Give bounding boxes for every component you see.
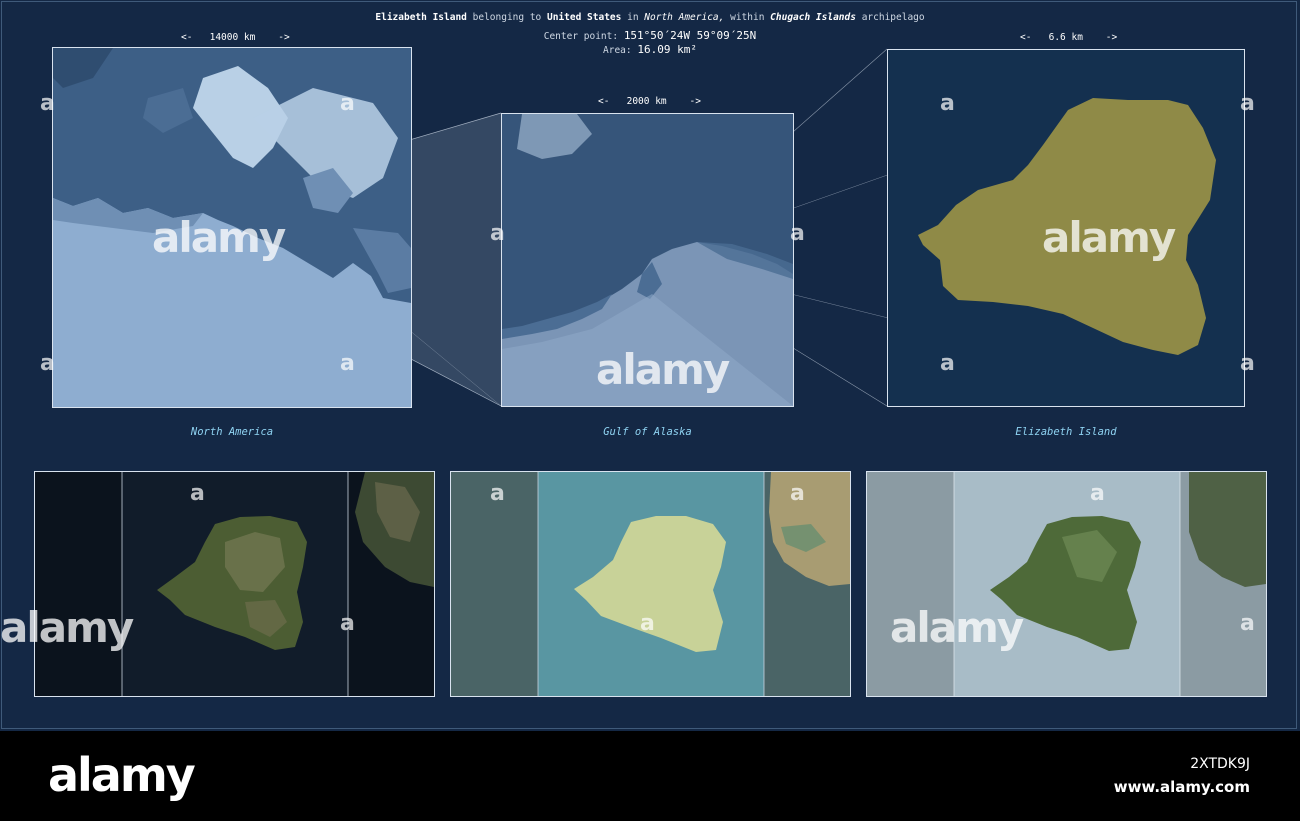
watermark-mark: a: [340, 611, 355, 636]
watermark-text: alamy: [890, 603, 1024, 652]
watermark-mark: a: [790, 481, 805, 506]
watermark-mark: a: [340, 91, 355, 116]
watermark-text: alamy: [0, 603, 134, 652]
watermark-mark: a: [490, 481, 505, 506]
watermark-mark: a: [340, 351, 355, 376]
image-id: 2XTDK9J: [1190, 756, 1250, 772]
watermark-mark: a: [1240, 91, 1255, 116]
watermark-text: alamy: [1042, 213, 1176, 262]
watermark-mark: a: [790, 221, 805, 246]
watermark-text: alamy: [152, 213, 286, 262]
watermark-mark: a: [40, 91, 55, 116]
watermark-layer: alamy alamy alamy alamy alamy a a a a a …: [0, 91, 1255, 652]
watermark-mark: a: [940, 351, 955, 376]
watermark-mark: a: [490, 221, 505, 246]
watermark-mark: a: [1240, 611, 1255, 636]
watermark-mark: a: [1240, 351, 1255, 376]
watermark-mark: a: [940, 91, 955, 116]
watermark-text: alamy: [596, 345, 730, 394]
map-poster: Elizabeth Island belonging to United Sta…: [0, 0, 1300, 731]
site-url: www.alamy.com: [1113, 778, 1250, 796]
watermark-mark: a: [1090, 481, 1105, 506]
alamy-logo: alamy: [48, 748, 196, 802]
footer-bar: [0, 731, 1300, 821]
watermark-mark: a: [40, 351, 55, 376]
watermark-mark: a: [640, 611, 655, 636]
watermark-mark: a: [190, 481, 205, 506]
